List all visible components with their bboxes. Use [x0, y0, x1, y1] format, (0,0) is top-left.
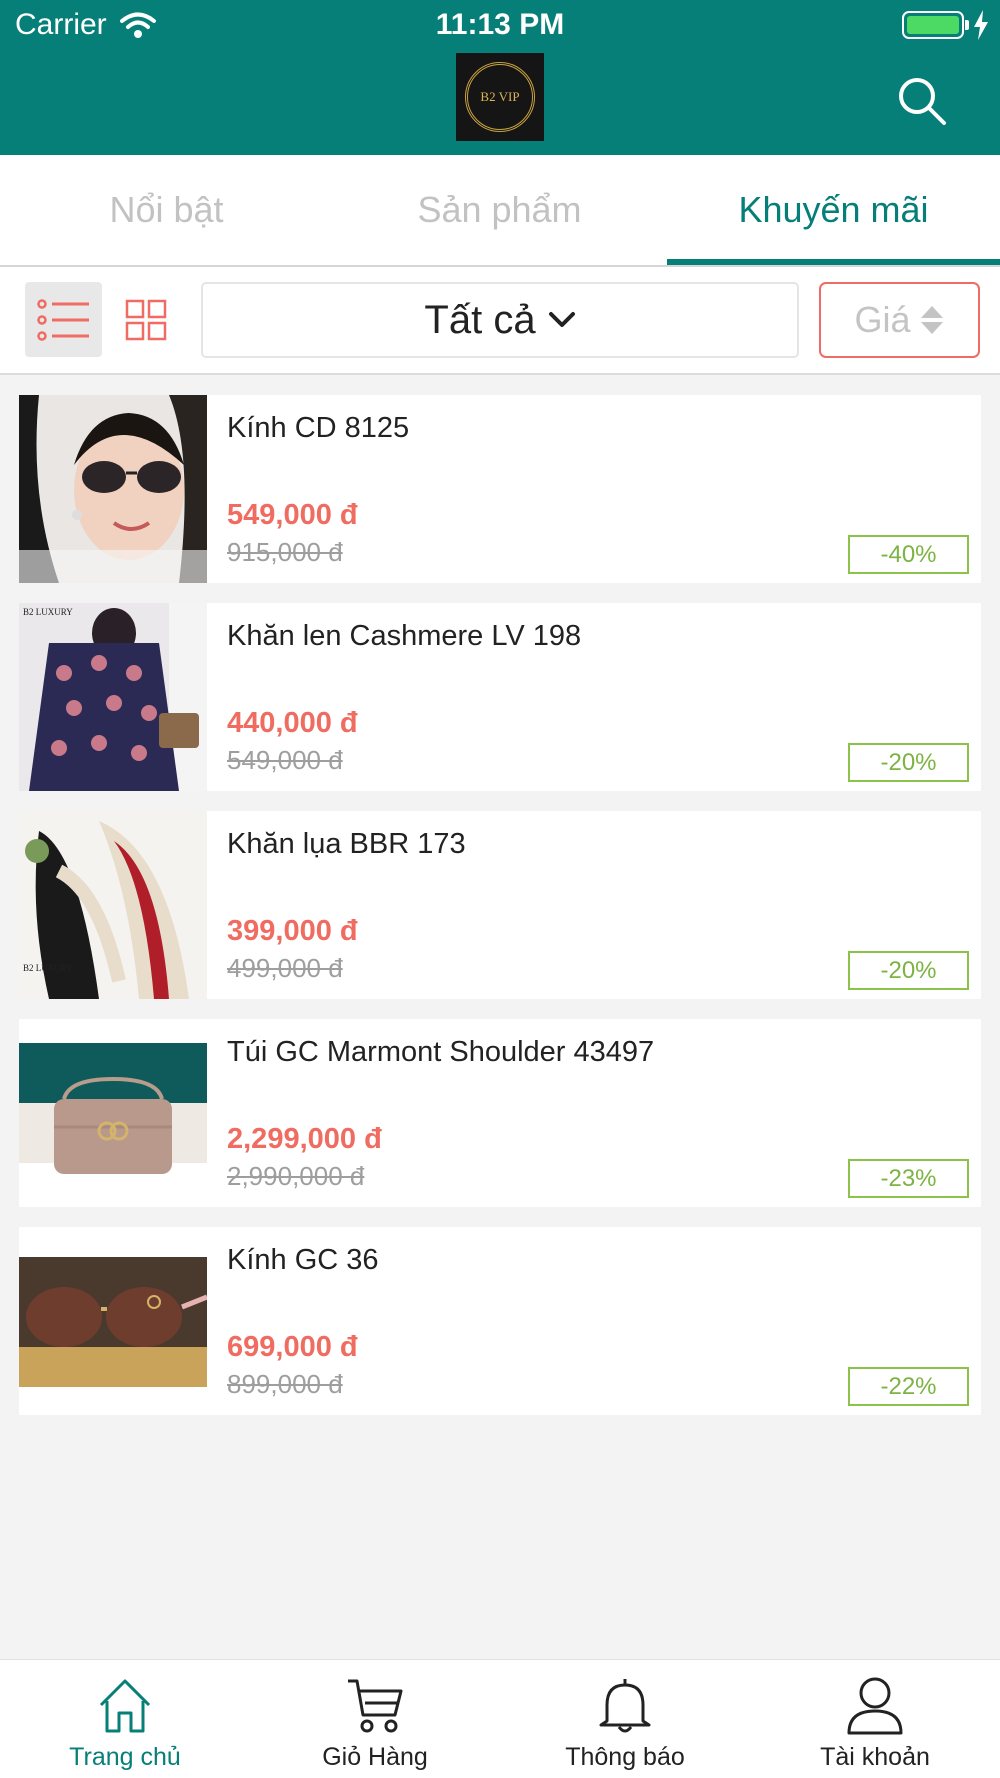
product-name: Khăn len Cashmere LV 198 [227, 620, 582, 652]
nav-label: Tài khoản [820, 1743, 930, 1771]
nav-label: Trang chủ [69, 1743, 181, 1771]
product-image [19, 1019, 207, 1207]
status-bar: Carrier 11:13 PM [0, 0, 1000, 50]
nav-tai-khoan[interactable]: Tài khoản [750, 1660, 1000, 1778]
discount-badge: -20% [848, 743, 969, 782]
bottom-tab-bar: Trang chủ Giỏ Hàng Thông báo Tài khoản [0, 1659, 1000, 1778]
filter-bar: Tất cả Giá [0, 267, 1000, 375]
product-name: Kính GC 36 [227, 1244, 379, 1276]
product-name: Khăn lụa BBR 173 [227, 828, 466, 860]
product-card[interactable]: Túi GC Marmont Shoulder 43497 2,299,000 … [19, 1019, 981, 1207]
product-price: 440,000 đ [227, 707, 358, 739]
product-card[interactable]: Kính GC 36 699,000 đ 899,000 đ -22% [19, 1227, 981, 1415]
list-view-icon [36, 298, 89, 341]
chevron-down-icon [548, 312, 575, 327]
product-old-price: 549,000 đ [227, 745, 343, 775]
grid-view-icon [125, 299, 166, 340]
product-name: Kính CD 8125 [227, 412, 410, 444]
nav-label: Thông báo [565, 1743, 685, 1771]
nav-gio-hang[interactable]: Giỏ Hàng [250, 1660, 500, 1778]
product-old-price: 899,000 đ [227, 1369, 343, 1399]
product-card[interactable]: B2 LUXURY Khăn len Cashmere LV 198 440,0… [19, 603, 981, 791]
charging-icon [974, 10, 988, 40]
tab-khuyen-mai[interactable]: Khuyến mãi [667, 155, 1000, 265]
product-old-price: 499,000 đ [227, 953, 343, 983]
nav-thong-bao[interactable]: Thông báo [500, 1660, 750, 1778]
search-icon[interactable] [896, 75, 948, 127]
discount-badge: -23% [848, 1159, 969, 1198]
product-name: Túi GC Marmont Shoulder 43497 [227, 1036, 655, 1068]
product-price: 2,299,000 đ [227, 1123, 382, 1155]
logo-text: B2 VIP [465, 62, 535, 132]
product-image: B2 LUXURY [19, 603, 207, 791]
nav-trang-chu[interactable]: Trang chủ [0, 1660, 250, 1778]
price-sort-label: Giá [854, 299, 911, 340]
product-image [19, 395, 207, 583]
discount-badge: -40% [848, 535, 969, 574]
nav-label: Giỏ Hàng [322, 1743, 428, 1771]
category-dropdown-label: Tất cả [424, 297, 536, 342]
svg-text:B2 LUXURY: B2 LUXURY [23, 607, 73, 617]
battery-tip [965, 20, 969, 30]
status-time: 11:13 PM [435, 8, 565, 41]
bell-icon [599, 1679, 651, 1733]
category-tabs: Nổi bật Sản phẩm Khuyến mãi [0, 155, 1000, 267]
home-icon [99, 1679, 151, 1733]
category-dropdown[interactable]: Tất cả [201, 282, 799, 358]
product-list: Kính CD 8125 549,000 đ 915,000 đ -40% B2… [19, 395, 981, 1435]
product-price: 699,000 đ [227, 1331, 358, 1363]
brand-logo[interactable]: B2 VIP [456, 53, 544, 141]
active-tab-indicator [667, 259, 1000, 265]
product-card[interactable]: B2 LUXURY Khăn lụa BBR 173 399,000 đ 499… [19, 811, 981, 999]
tab-san-pham[interactable]: Sản phẩm [333, 155, 666, 265]
battery-icon [902, 11, 964, 39]
tab-noi-bat[interactable]: Nổi bật [0, 155, 333, 265]
user-icon [847, 1677, 903, 1735]
product-price: 399,000 đ [227, 915, 358, 947]
product-old-price: 2,990,000 đ [227, 1161, 365, 1191]
svg-text:B2 LUXURY: B2 LUXURY [23, 963, 73, 973]
discount-badge: -22% [848, 1367, 969, 1406]
product-old-price: 915,000 đ [227, 537, 343, 567]
product-card[interactable]: Kính CD 8125 549,000 đ 915,000 đ -40% [19, 395, 981, 583]
cart-icon [348, 1679, 403, 1733]
product-image [19, 1227, 207, 1415]
grid-view-button[interactable] [123, 282, 168, 357]
product-image: B2 LUXURY [19, 811, 207, 999]
sort-arrows-icon [920, 306, 943, 334]
product-price: 549,000 đ [227, 499, 358, 531]
app-header: Carrier 11:13 PM B2 VIP [0, 0, 1000, 155]
list-view-button[interactable] [25, 282, 102, 357]
discount-badge: -20% [848, 951, 969, 990]
price-sort-button[interactable]: Giá [819, 282, 980, 358]
